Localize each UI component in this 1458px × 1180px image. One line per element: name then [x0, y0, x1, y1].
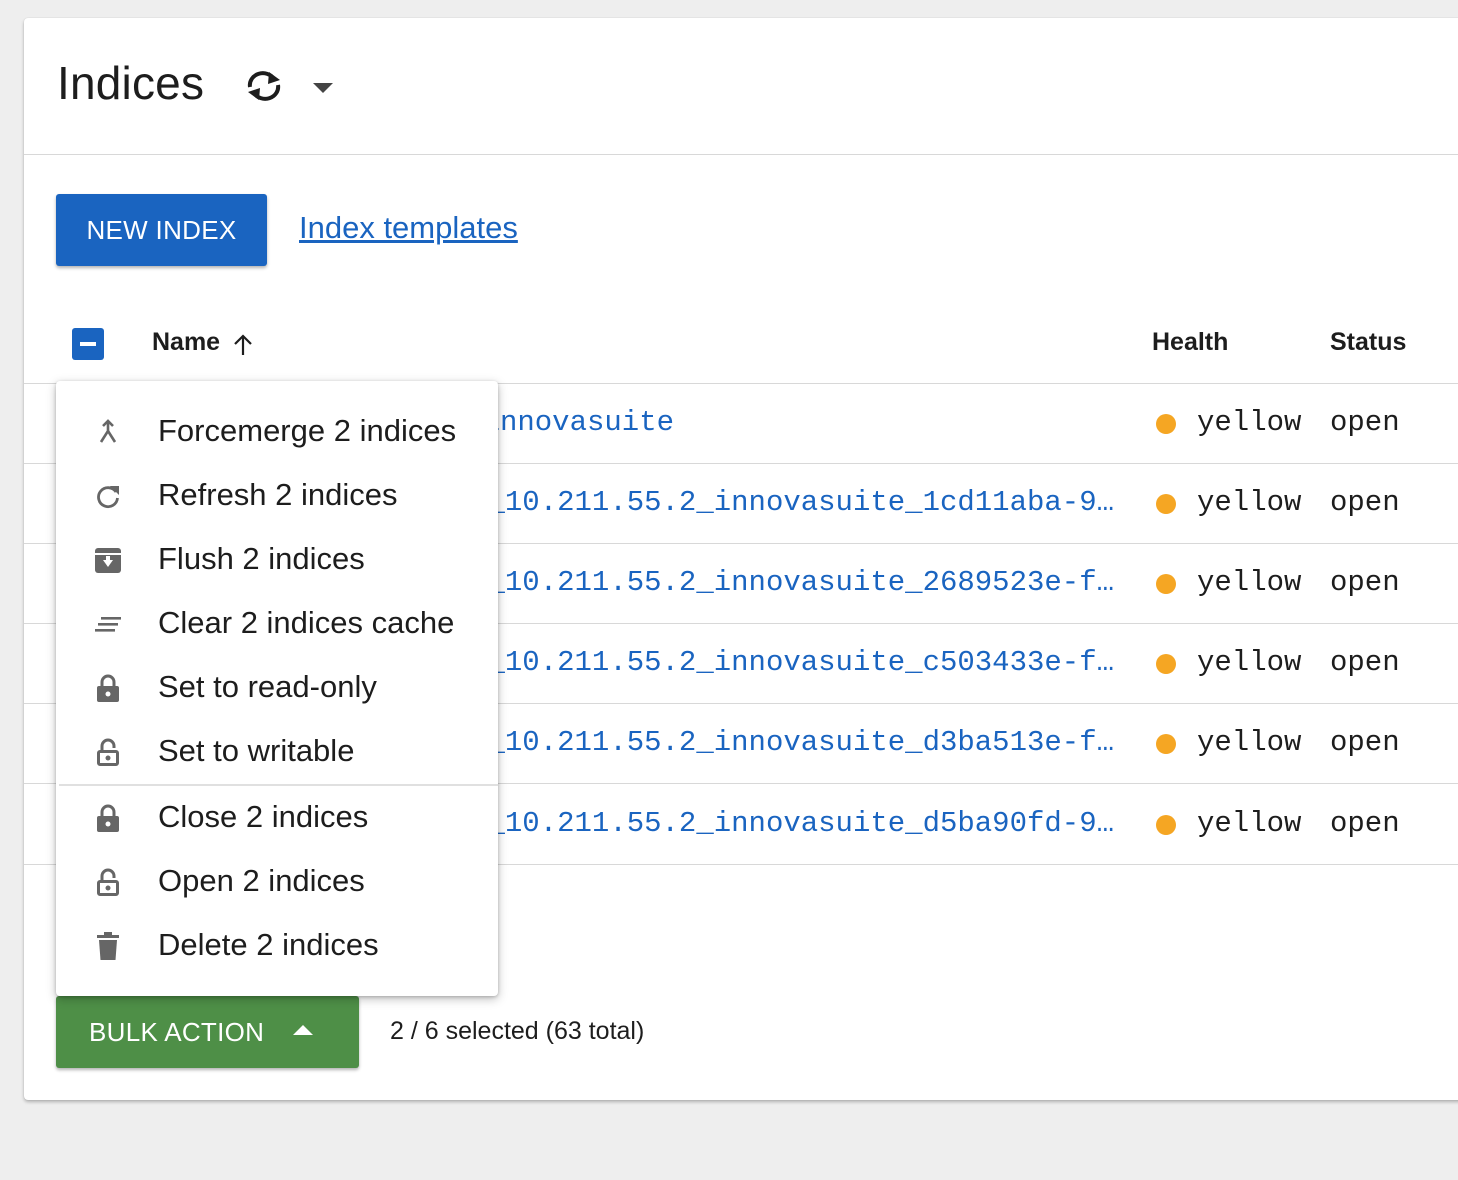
- trash-icon: [97, 932, 119, 960]
- menu-item-read-only[interactable]: Set to read-only: [56, 655, 498, 719]
- health-value: yellow: [1197, 566, 1302, 599]
- menu-item-label: Open 2 indices: [158, 863, 365, 898]
- health-value: yellow: [1197, 807, 1302, 840]
- status-value: open: [1330, 646, 1400, 679]
- new-index-button[interactable]: NEW INDEX: [56, 194, 267, 266]
- bulk-action-button[interactable]: BULK ACTION: [56, 996, 359, 1068]
- health-value: yellow: [1197, 646, 1302, 679]
- lock-open-icon: [97, 868, 119, 896]
- column-header-health: Health: [1152, 328, 1229, 356]
- status-value: open: [1330, 726, 1400, 759]
- status-value: open: [1330, 486, 1400, 519]
- menu-item-label: Close 2 indices: [158, 799, 369, 834]
- health-dot: [1156, 494, 1176, 514]
- clear-all-icon: [95, 617, 121, 632]
- lock-icon: [97, 674, 119, 702]
- lock-icon: [97, 804, 119, 832]
- health-dot: [1156, 574, 1176, 594]
- menu-item-close[interactable]: Close 2 indices: [56, 785, 498, 849]
- arrow-up-icon[interactable]: [232, 333, 254, 357]
- menu-item-label: Flush 2 indices: [158, 541, 365, 576]
- refresh-icon: [97, 486, 119, 509]
- caret-up-icon: [293, 1025, 313, 1035]
- status-value: open: [1330, 566, 1400, 599]
- health-value: yellow: [1197, 406, 1302, 439]
- health-dot: [1156, 734, 1176, 754]
- menu-item-label: Delete 2 indices: [158, 927, 379, 962]
- menu-item-label: Clear 2 indices cache: [158, 605, 455, 640]
- status-value: open: [1330, 807, 1400, 840]
- table-header-row: Name Health Status: [24, 303, 1458, 384]
- menu-item-flush[interactable]: Flush 2 indices: [56, 527, 498, 591]
- health-value: yellow: [1197, 726, 1302, 759]
- menu-item-label: Refresh 2 indices: [158, 477, 398, 512]
- merge-icon: [99, 419, 117, 443]
- archive-icon: [95, 548, 121, 573]
- page-title: Indices: [57, 57, 205, 109]
- menu-item-delete[interactable]: Delete 2 indices: [56, 913, 498, 977]
- menu-item-open[interactable]: Open 2 indices: [56, 849, 498, 913]
- menu-item-forcemerge[interactable]: Forcemerge 2 indices: [56, 399, 498, 463]
- lock-open-icon: [97, 738, 119, 766]
- bulk-action-menu: Forcemerge 2 indices Refresh 2 indices F…: [56, 381, 498, 996]
- select-all-checkbox[interactable]: [72, 328, 104, 360]
- health-dot: [1156, 654, 1176, 674]
- menu-item-clear-cache[interactable]: Clear 2 indices cache: [56, 591, 498, 655]
- index-templates-link[interactable]: Index templates: [299, 210, 518, 246]
- column-header-status: Status: [1330, 328, 1407, 356]
- health-value: yellow: [1197, 486, 1302, 519]
- refresh-icon[interactable]: [240, 66, 288, 106]
- status-value: open: [1330, 406, 1400, 439]
- menu-item-refresh[interactable]: Refresh 2 indices: [56, 463, 498, 527]
- column-header-name[interactable]: Name: [152, 328, 220, 357]
- health-dot: [1156, 815, 1176, 835]
- selection-count: 2 / 6 selected (63 total): [390, 1017, 645, 1045]
- menu-item-writable[interactable]: Set to writable: [56, 719, 498, 783]
- caret-down-icon[interactable]: [308, 76, 338, 100]
- menu-item-label: Set to read-only: [158, 669, 377, 704]
- health-dot: [1156, 414, 1176, 434]
- bulk-action-label: BULK ACTION: [89, 1016, 265, 1047]
- menu-item-label: Set to writable: [158, 733, 355, 768]
- menu-item-label: Forcemerge 2 indices: [158, 413, 457, 448]
- page-header: Indices: [24, 18, 1458, 155]
